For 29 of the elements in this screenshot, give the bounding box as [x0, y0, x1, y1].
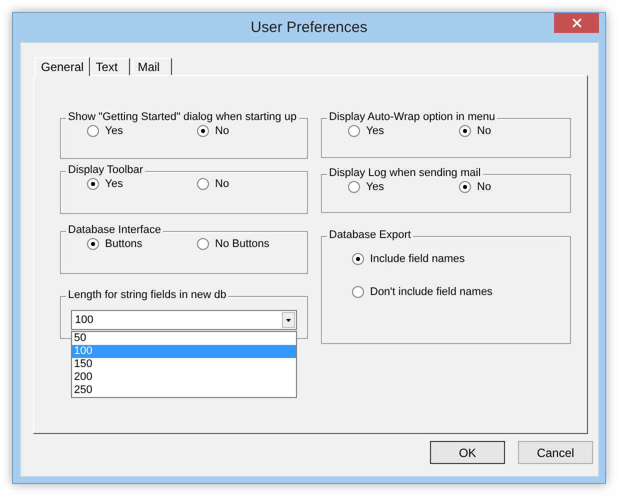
radio-button[interactable]: Buttons	[87, 238, 142, 250]
radio-button[interactable]: No	[197, 178, 230, 190]
group-title: Length for string fields in new db	[66, 289, 228, 301]
radio-button[interactable]: Yes	[348, 181, 384, 193]
radio-button[interactable]: Yes	[348, 125, 384, 137]
radio-button[interactable]: No	[459, 181, 492, 193]
radio-button[interactable]: Yes	[87, 178, 123, 190]
dialog-button[interactable]: Cancel	[518, 441, 593, 464]
window-title: User Preferences	[250, 19, 368, 36]
combo-value: 100	[75, 314, 94, 326]
group-title: Display Toolbar	[66, 164, 146, 176]
group-title: Display Auto-Wrap option in menu	[327, 111, 498, 123]
group-title: Display Log when sending mail	[327, 167, 483, 179]
close-button[interactable]	[554, 13, 599, 33]
dialog-button[interactable]: OK	[430, 441, 505, 464]
radio-button[interactable]: No	[459, 125, 492, 137]
radio-button[interactable]: Include field names	[352, 253, 465, 265]
length-combo-box[interactable]: 100	[71, 310, 297, 330]
tab[interactable]: General	[35, 57, 90, 76]
close-icon	[572, 18, 582, 28]
radio-button[interactable]: No Buttons	[197, 238, 270, 250]
radio-button[interactable]: Don't include field names	[352, 286, 493, 298]
tab[interactable]: Mail	[132, 58, 172, 75]
group-title: Database Export	[327, 229, 413, 241]
group-title: Database Interface	[66, 224, 163, 236]
radio-button[interactable]: No	[197, 125, 230, 137]
group-title: Show "Getting Started" dialog when starting up	[66, 111, 299, 123]
radio-button[interactable]: Yes	[87, 125, 123, 137]
tab[interactable]: Text	[90, 58, 130, 75]
